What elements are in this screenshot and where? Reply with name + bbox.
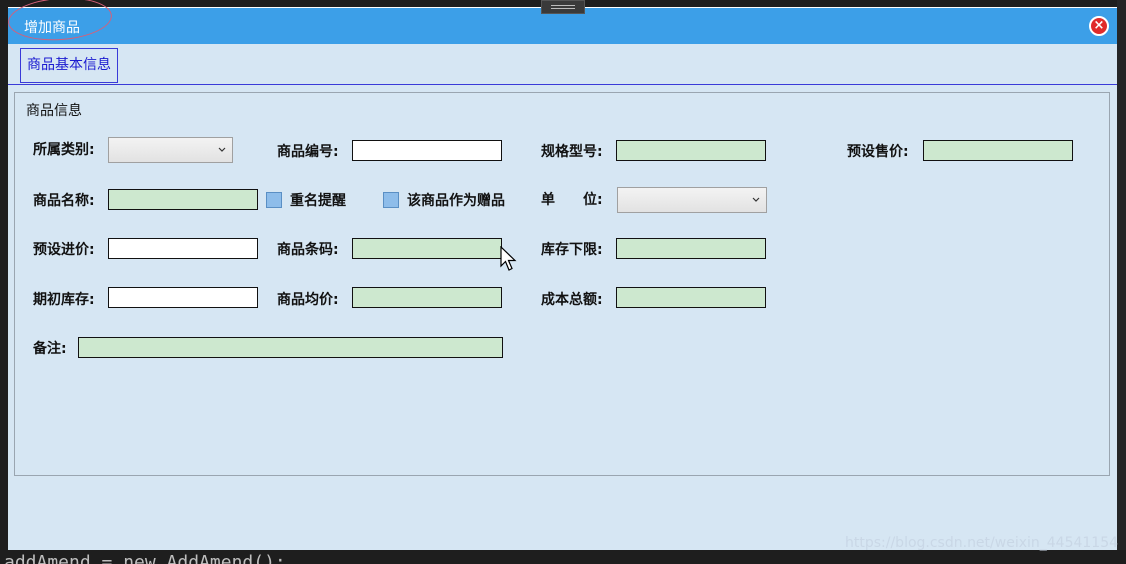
annotation-circle (6, 0, 114, 44)
product-no-label: 商品编号: (277, 144, 339, 160)
background-code-strip: addAmend = new AddAmend(); (0, 550, 1126, 564)
category-label: 所属类别: (33, 142, 95, 158)
product-name-input[interactable] (108, 189, 258, 210)
tab-basic-info[interactable]: 商品基本信息 (20, 48, 118, 83)
as-gift-checkbox[interactable] (383, 192, 399, 208)
remarks-label: 备注: (33, 341, 67, 357)
total-cost-label: 成本总额: (541, 292, 603, 308)
barcode-label: 商品条码: (277, 242, 339, 258)
avg-price-label: 商品均价: (277, 292, 339, 308)
dup-name-label: 重名提醒 (290, 193, 346, 209)
add-product-dialog: 增加商品 × 商品基本信息 商品信息 所属类别: 商品编号: 规格型号: 预设售… (6, 0, 1117, 555)
mouse-cursor-icon (500, 246, 517, 271)
watermark: https://blog.csdn.net/weixin_44541154 (845, 535, 1119, 551)
chevron-down-icon (218, 147, 226, 152)
dup-name-checkbox[interactable] (266, 192, 282, 208)
preset-cost-label: 预设进价: (33, 242, 95, 258)
stock-min-label: 库存下限: (541, 242, 603, 258)
remarks-input[interactable] (78, 337, 503, 358)
total-cost-input[interactable] (616, 287, 766, 308)
product-no-input[interactable] (352, 140, 502, 161)
tab-divider (8, 84, 1117, 85)
barcode-input[interactable] (352, 238, 502, 259)
spec-label: 规格型号: (541, 144, 603, 160)
preset-cost-input[interactable] (108, 238, 258, 259)
spec-input[interactable] (616, 140, 766, 161)
background-editor (0, 0, 8, 564)
close-icon[interactable]: × (1089, 16, 1109, 36)
background-editor-right (1117, 0, 1126, 564)
category-select[interactable] (108, 137, 233, 163)
preset-price-input[interactable] (923, 140, 1073, 161)
unit-select[interactable] (617, 187, 767, 213)
as-gift-label: 该商品作为赠品 (407, 193, 505, 209)
product-name-label: 商品名称: (33, 193, 95, 209)
window-drag-grip[interactable] (541, 0, 585, 14)
opening-stock-label: 期初库存: (33, 292, 95, 308)
avg-price-input[interactable] (352, 287, 502, 308)
stock-min-input[interactable] (616, 238, 766, 259)
preset-price-label: 预设售价: (847, 144, 909, 160)
group-title: 商品信息 (26, 100, 82, 120)
background-code-line: addAmend = new AddAmend(); (4, 552, 286, 564)
unit-label: 单 位: (541, 192, 603, 208)
chevron-down-icon (752, 197, 760, 202)
opening-stock-input[interactable] (108, 287, 258, 308)
